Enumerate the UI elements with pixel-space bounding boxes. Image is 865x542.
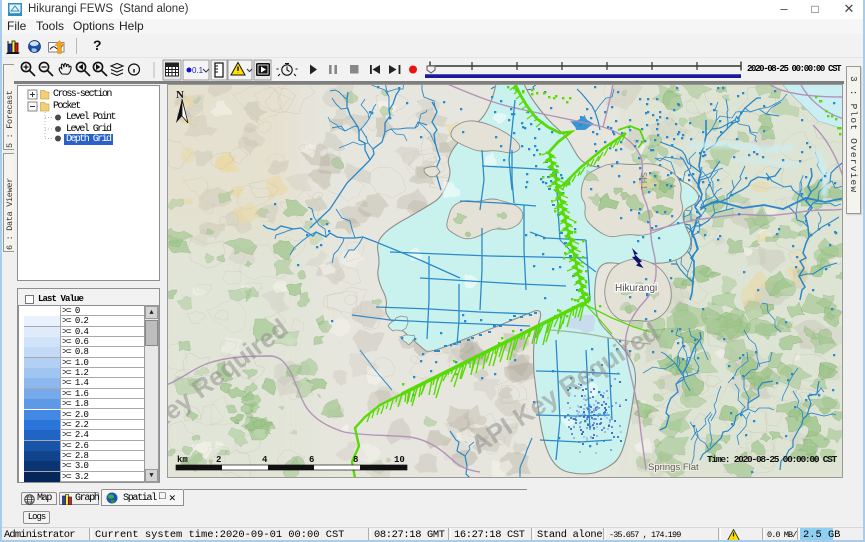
svg-text:4: 4 [262, 455, 268, 465]
svg-text:10: 10 [394, 455, 405, 465]
svg-text:Springs Flat: Springs Flat [648, 462, 699, 473]
svg-text:Hikurangi: Hikurangi [615, 283, 657, 294]
svg-text:0.1: 0.1 [192, 66, 204, 75]
svg-text:SH 1: SH 1 [639, 172, 648, 190]
svg-text:Time: 2020-08-25 00:00:00 CST: Time: 2020-08-25 00:00:00 CST [707, 454, 838, 465]
svg-text:8: 8 [353, 455, 358, 465]
svg-text:2: 2 [216, 455, 221, 465]
svg-text:6: 6 [309, 455, 314, 465]
svg-text:km: km [177, 455, 188, 465]
svg-text:N: N [176, 89, 184, 101]
